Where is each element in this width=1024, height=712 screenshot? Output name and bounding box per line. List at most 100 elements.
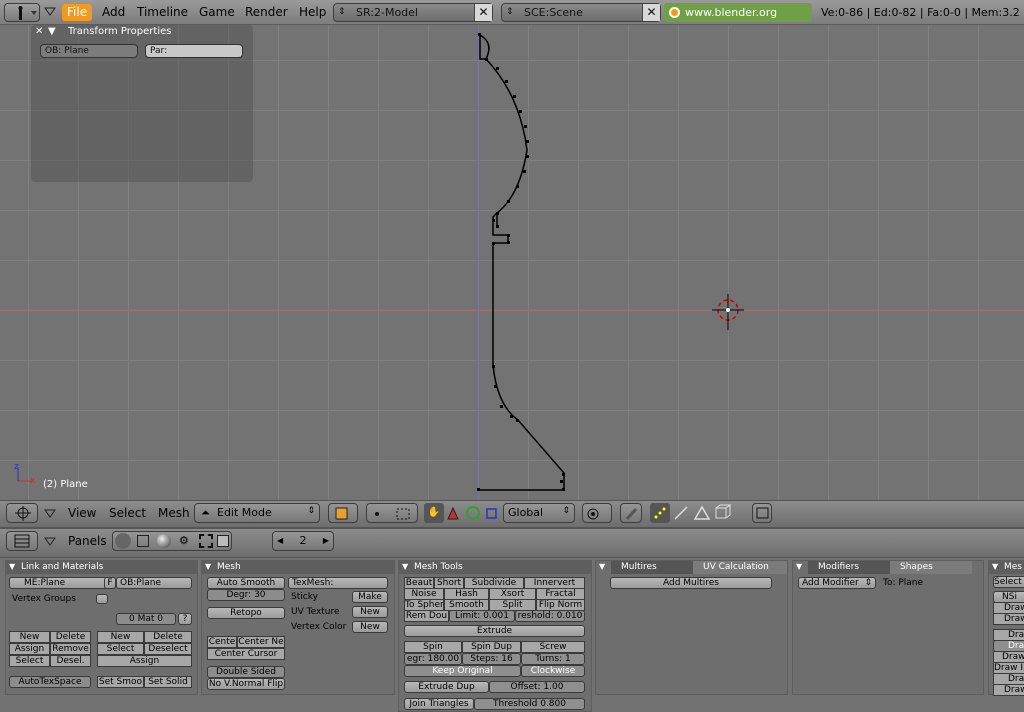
scene-selector[interactable]: ⇕ SCE:Scene ✕ xyxy=(501,3,661,22)
collapse-icon[interactable]: ▼ xyxy=(599,562,605,571)
edge-select-icon[interactable] xyxy=(671,503,691,523)
double-sided-toggle[interactable]: Double Sided xyxy=(207,666,285,678)
set-solid-button[interactable]: Set Solid xyxy=(144,676,192,688)
menu-view[interactable]: View xyxy=(68,503,96,523)
join-triangles-button[interactable]: Join Triangles xyxy=(404,698,474,710)
uv-texture-new-button[interactable]: New xyxy=(352,606,388,618)
centre-new-button[interactable]: Center Ne xyxy=(237,636,285,648)
draw-type-selector[interactable] xyxy=(328,503,358,523)
tab-uv-calculation[interactable]: UV Calculation xyxy=(693,561,787,574)
screen-selector[interactable]: ⇕ SR:2-Model ✕ xyxy=(333,3,493,22)
vg-deselect-button[interactable]: Desel. xyxy=(50,655,91,667)
mat-delete-button[interactable]: Delete xyxy=(144,631,192,643)
script-context-icon[interactable] xyxy=(137,535,149,547)
menu-file[interactable]: File xyxy=(62,4,93,21)
vg-remove-button[interactable]: Remove xyxy=(50,643,91,655)
keep-original-toggle[interactable]: Keep Original xyxy=(404,665,521,677)
close-icon[interactable]: ✕ xyxy=(642,4,660,21)
object-datablock-field[interactable]: OB:Plane xyxy=(116,577,192,589)
vg-assign-button[interactable]: Assign xyxy=(9,643,50,655)
collapse-icon[interactable]: ▼ xyxy=(205,562,211,571)
tab-shapes[interactable]: Shapes xyxy=(890,561,972,574)
menu-add[interactable]: Add xyxy=(97,4,130,21)
mat-assign-button[interactable]: Assign xyxy=(97,655,192,667)
translate-manipulator-icon[interactable] xyxy=(444,503,462,523)
menu-game[interactable]: Game xyxy=(194,4,240,21)
collapse-icon[interactable]: ▼ xyxy=(796,562,802,571)
close-icon[interactable]: ✕ xyxy=(35,26,43,37)
object-context-icon[interactable]: ⚙ xyxy=(179,534,189,547)
context-tabs[interactable]: ⚙ xyxy=(112,531,232,551)
proportional-edit-button[interactable] xyxy=(582,503,612,523)
buttons-collapse-icon[interactable] xyxy=(44,536,56,551)
tab-multires[interactable]: Multires xyxy=(611,561,693,574)
retopo-toggle[interactable]: Retopo xyxy=(207,607,285,619)
no-vnormal-flip-toggle[interactable]: No V.Normal Flip xyxy=(207,678,285,690)
extrude-button[interactable]: Extrude xyxy=(404,625,585,637)
draw-toggle[interactable]: Draw xyxy=(993,613,1024,625)
sticky-make-button[interactable]: Make xyxy=(352,591,388,603)
spin-button[interactable]: Spin xyxy=(404,641,462,653)
manipulator-hand-icon[interactable]: ✋ xyxy=(424,503,444,523)
autotexspace-toggle[interactable]: AutoTexSpace xyxy=(9,676,91,688)
collapse-icon[interactable]: ▼ xyxy=(48,26,56,37)
view3d-collapse-icon[interactable] xyxy=(44,508,56,523)
frame-number-field[interactable]: ◀ 2 ▶ xyxy=(272,531,334,551)
mat-deselect-button[interactable]: Deselect xyxy=(144,643,192,655)
clockwise-toggle[interactable]: Clockwise xyxy=(521,665,585,677)
vg-delete-button[interactable]: Delete xyxy=(50,631,91,643)
vertex-select-icon[interactable] xyxy=(650,503,670,523)
occlude-geometry-icon[interactable] xyxy=(713,503,733,523)
logic-context-icon[interactable] xyxy=(115,533,131,549)
material-index-field[interactable]: 0 Mat 0 xyxy=(116,613,176,625)
mat-new-button[interactable]: New xyxy=(97,631,144,643)
render-preview-button[interactable] xyxy=(752,503,772,523)
menu-render[interactable]: Render xyxy=(240,4,293,21)
menubar-collapse-icon[interactable] xyxy=(44,6,56,18)
add-multires-button[interactable]: Add Multires xyxy=(610,577,772,589)
orientation-selector[interactable]: Global ⇕ xyxy=(503,503,575,523)
add-modifier-button[interactable]: Add Modifier ⇕ xyxy=(798,577,876,589)
scale-manipulator-icon[interactable] xyxy=(484,503,500,523)
centre-cursor-button[interactable]: Center Cursor xyxy=(207,648,285,660)
centre-button[interactable]: Cente xyxy=(207,636,237,648)
degr-field[interactable]: Degr: 30 xyxy=(207,589,285,601)
object-name-field[interactable]: OB: Plane xyxy=(40,44,138,58)
texmesh-field[interactable]: TexMesh: xyxy=(288,577,388,589)
menu-select[interactable]: Select xyxy=(109,503,146,523)
screw-button[interactable]: Screw xyxy=(521,641,585,653)
fake-user-toggle[interactable]: F xyxy=(104,577,116,589)
join-threshold-field[interactable]: Threshold 0.800 xyxy=(474,698,585,710)
snap-magnet-icon[interactable] xyxy=(620,503,642,523)
pivot-selector[interactable] xyxy=(366,503,418,523)
spin-dup-button[interactable]: Spin Dup xyxy=(462,641,521,653)
vertex-color-new-button[interactable]: New xyxy=(352,621,388,633)
mode-selector[interactable]: ⏶ Edit Mode ⇕ xyxy=(194,503,320,523)
buttons-window-type-icon[interactable] xyxy=(6,531,38,551)
scene-context-icon[interactable] xyxy=(217,535,229,547)
menu-mesh[interactable]: Mesh xyxy=(158,503,190,523)
remove-doubles-button[interactable]: Rem Dou xyxy=(404,610,449,622)
collapse-icon[interactable]: ▼ xyxy=(9,562,15,571)
limit-field[interactable]: Limit: 0.001 xyxy=(449,610,515,622)
menu-timeline[interactable]: Timeline xyxy=(132,4,193,21)
mat-select-button[interactable]: Select xyxy=(97,643,144,655)
vg-select-button[interactable]: Select xyxy=(9,655,50,667)
arrow-right-icon[interactable]: ▶ xyxy=(323,532,329,550)
collapse-icon[interactable]: ▼ xyxy=(402,562,408,571)
extrude-dup-button[interactable]: Extrude Dup xyxy=(404,681,489,693)
set-smooth-button[interactable]: Set Smoo xyxy=(97,676,144,688)
mesh-datablock-field[interactable]: ME:Plane xyxy=(9,577,116,589)
rotate-manipulator-icon[interactable] xyxy=(464,503,482,523)
editing-context-icon[interactable] xyxy=(199,534,213,548)
parent-field[interactable]: Par: xyxy=(145,44,243,58)
turns-field[interactable]: Turns: 1 xyxy=(521,653,585,665)
auto-smooth-toggle[interactable]: Auto Smooth xyxy=(207,577,285,589)
close-icon[interactable]: ✕ xyxy=(474,4,492,21)
threshold-field[interactable]: reshold: 0.010 xyxy=(515,610,585,622)
steps-field[interactable]: Steps: 16 xyxy=(462,653,521,665)
info-window-type-icon[interactable] xyxy=(4,3,40,22)
shading-context-icon[interactable] xyxy=(157,534,171,548)
menu-help[interactable]: Help xyxy=(294,4,331,21)
view3d-window-type-icon[interactable] xyxy=(6,503,38,523)
